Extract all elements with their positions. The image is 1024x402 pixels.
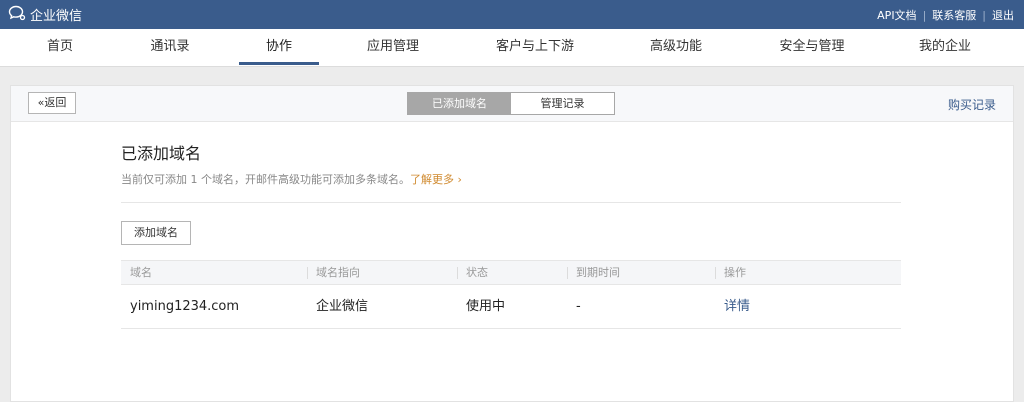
separator: | bbox=[922, 8, 927, 22]
page-subtitle: 当前仅可添加 1 个域名，开邮件高级功能可添加多条域名。了解更多 › bbox=[121, 171, 462, 187]
nav-app-management[interactable]: 应用管理 bbox=[348, 29, 438, 67]
nav-customers[interactable]: 客户与上下游 bbox=[480, 29, 590, 67]
nav-security[interactable]: 安全与管理 bbox=[767, 29, 857, 67]
purchase-records-link[interactable]: 购买记录 bbox=[948, 96, 996, 113]
add-domain-button[interactable]: 添加域名 bbox=[121, 221, 191, 245]
nav-advanced[interactable]: 高级功能 bbox=[636, 29, 716, 67]
column-status: 状态 bbox=[466, 266, 488, 279]
cell-domain: yiming1234.com bbox=[130, 299, 240, 314]
top-bar: 企业微信 API文档 | 联系客服 | 退出 bbox=[0, 0, 1024, 29]
contact-support-link[interactable]: 联系客服 bbox=[932, 7, 976, 23]
domain-panel: «返回 已添加域名 管理记录 购买记录 已添加域名 当前仅可添加 1 个域名，开… bbox=[10, 85, 1014, 402]
main-nav: 首页 通讯录 协作 应用管理 客户与上下游 高级功能 安全与管理 我的企业 bbox=[0, 29, 1024, 67]
divider bbox=[121, 202, 901, 203]
cell-status: 使用中 bbox=[466, 299, 506, 314]
column-expiry: 到期时间 bbox=[576, 266, 620, 279]
brand-name: 企业微信 bbox=[30, 8, 83, 24]
column-actions: 操作 bbox=[724, 266, 746, 279]
subtitle-text: 当前仅可添加 1 个域名，开邮件高级功能可添加多条域名。 bbox=[121, 173, 410, 186]
nav-active-indicator bbox=[239, 62, 319, 65]
top-links: API文档 | 联系客服 | 退出 bbox=[877, 7, 1014, 23]
api-doc-link[interactable]: API文档 bbox=[877, 7, 916, 23]
tab-added-domains[interactable]: 已添加域名 bbox=[408, 93, 511, 114]
details-link[interactable]: 详情 bbox=[715, 285, 750, 328]
nav-home[interactable]: 首页 bbox=[20, 29, 100, 67]
learn-more-link[interactable]: 了解更多 › bbox=[410, 173, 462, 186]
back-button[interactable]: «返回 bbox=[28, 92, 76, 114]
tab-switcher: 已添加域名 管理记录 bbox=[407, 92, 615, 115]
table-row: yiming1234.com 企业微信 使用中 - 详情 bbox=[121, 285, 901, 329]
panel-header: «返回 已添加域名 管理记录 购买记录 bbox=[11, 86, 1013, 122]
cell-expiry: - bbox=[576, 299, 581, 314]
cell-target: 企业微信 bbox=[316, 299, 369, 314]
column-target: 域名指向 bbox=[316, 266, 360, 279]
table-header: 域名 域名指向 状态 到期时间 操作 bbox=[121, 260, 901, 285]
page-title: 已添加域名 bbox=[121, 144, 202, 163]
separator: | bbox=[982, 8, 986, 22]
nav-contacts[interactable]: 通讯录 bbox=[128, 29, 212, 67]
nav-my-company[interactable]: 我的企业 bbox=[905, 29, 985, 67]
tab-management-log[interactable]: 管理记录 bbox=[511, 93, 614, 114]
brand[interactable]: 企业微信 bbox=[8, 5, 83, 24]
wecom-logo-icon bbox=[8, 5, 26, 24]
logout-link[interactable]: 退出 bbox=[992, 7, 1014, 23]
column-domain: 域名 bbox=[130, 266, 152, 279]
domain-table: 域名 域名指向 状态 到期时间 操作 yiming1234.com 企业微信 使… bbox=[121, 260, 901, 329]
